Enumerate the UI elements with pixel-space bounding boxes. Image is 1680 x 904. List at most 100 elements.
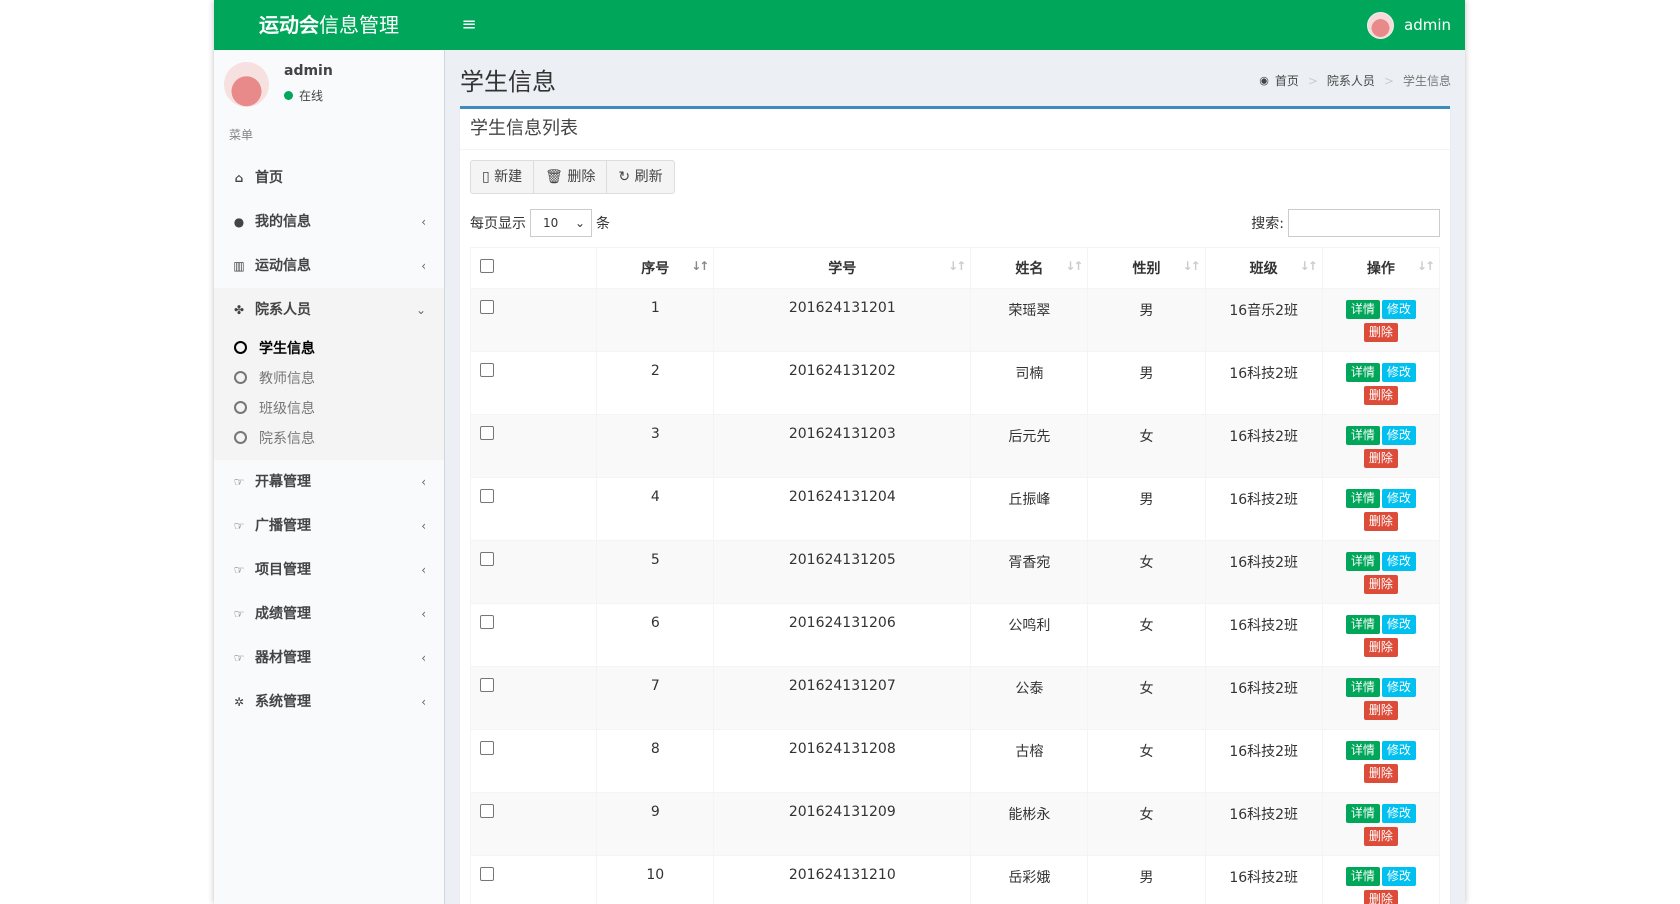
circle-icon [234, 431, 247, 444]
column-header-name[interactable]: 姓名 ↓↑ [970, 247, 1089, 289]
detail-button[interactable]: 详情 [1345, 615, 1380, 634]
table-row: 8 201624131208 古榕 女 16科技2班 详情 修改 删除 [469, 729, 1441, 793]
breadcrumb-department-staff[interactable]: 院系人员 [1327, 72, 1375, 89]
row-checkbox[interactable] [480, 300, 494, 314]
edit-button[interactable]: 修改 [1381, 552, 1416, 571]
sidebar-item-label: 项目管理 [255, 562, 311, 578]
row-checkbox[interactable] [480, 615, 494, 629]
edit-button[interactable]: 修改 [1381, 867, 1416, 886]
column-header-no[interactable]: 序号 ↓↑ [596, 247, 715, 289]
sidebar-subitem-class-info[interactable]: 班级信息 [214, 394, 444, 424]
row-delete-button[interactable]: 删除 [1363, 512, 1398, 531]
search-input[interactable] [1288, 209, 1440, 237]
sidebar-item-system[interactable]: ✲ 系统管理 ‹ [214, 680, 444, 724]
column-header-student-id[interactable]: 学号 ↓↑ [713, 247, 972, 289]
new-button[interactable]: ▯ 新建 [470, 160, 535, 194]
sidebar-item-opening[interactable]: ☞ 开幕管理 ‹ [214, 460, 444, 504]
row-actions-top: 详情 修改 [1345, 678, 1416, 697]
row-delete-button[interactable]: 删除 [1363, 575, 1398, 594]
cell-no: 7 [596, 666, 715, 730]
column-header-label: 班级 [1249, 261, 1278, 277]
cell-student-id: 201624131206 [713, 603, 972, 667]
edit-button[interactable]: 修改 [1381, 804, 1416, 823]
detail-button[interactable]: 详情 [1345, 489, 1380, 508]
row-delete-button[interactable]: 删除 [1363, 638, 1398, 657]
row-actions-top: 详情 修改 [1345, 489, 1416, 508]
page-length-select[interactable]: 10 ⌄ [530, 209, 592, 237]
cell-name: 荣瑶翠 [970, 288, 1089, 352]
edit-button[interactable]: 修改 [1381, 741, 1416, 760]
delete-button-label: 删除 [567, 169, 596, 185]
cell-sex: 女 [1087, 729, 1206, 793]
row-checkbox[interactable] [480, 552, 494, 566]
row-delete-button[interactable]: 删除 [1363, 890, 1398, 904]
select-all-header [469, 247, 598, 289]
menu-header: 菜单 [229, 128, 254, 142]
edit-button[interactable]: 修改 [1381, 426, 1416, 445]
sidebar-item-events[interactable]: ☞ 项目管理 ‹ [214, 548, 444, 592]
cell-no: 1 [596, 288, 715, 352]
row-delete-button[interactable]: 删除 [1363, 827, 1398, 846]
sidebar-item-label: 开幕管理 [255, 474, 311, 490]
column-header-actions[interactable]: 操作 ↓↑ [1321, 247, 1441, 289]
detail-button[interactable]: 详情 [1345, 804, 1380, 823]
row-checkbox[interactable] [480, 426, 494, 440]
detail-button[interactable]: 详情 [1345, 741, 1380, 760]
cell-student-id: 201624131207 [713, 666, 972, 730]
sidebar-item-department-staff[interactable]: ✤ 院系人员 ⌄ [214, 288, 444, 332]
edit-button[interactable]: 修改 [1381, 363, 1416, 382]
cell-student-id: 201624131209 [713, 792, 972, 856]
detail-button[interactable]: 详情 [1345, 552, 1380, 571]
sidebar-toggle-button[interactable]: ≡ [444, 0, 494, 50]
sidebar-subitem-department-info[interactable]: 院系信息 [214, 424, 444, 454]
sidebar-item-scores[interactable]: ☞ 成绩管理 ‹ [214, 592, 444, 636]
row-checkbox[interactable] [480, 678, 494, 692]
sidebar-item-broadcast[interactable]: ☞ 广播管理 ‹ [214, 504, 444, 548]
detail-button[interactable]: 详情 [1345, 363, 1380, 382]
sidebar-item-home[interactable]: ⌂ 首页 [214, 156, 444, 200]
row-actions: 详情 修改 删除 [1324, 363, 1438, 405]
column-header-class[interactable]: 班级 ↓↑ [1204, 247, 1323, 289]
row-actions-top: 详情 修改 [1345, 741, 1416, 760]
detail-button[interactable]: 详情 [1345, 678, 1380, 697]
edit-button[interactable]: 修改 [1381, 489, 1416, 508]
sidebar-item-my-info[interactable]: ● 我的信息 ‹ [214, 200, 444, 244]
sidebar-subitem-label: 学生信息 [259, 341, 315, 357]
table-row: 4 201624131204 丘振峰 男 16科技2班 详情 修改 删除 [469, 477, 1441, 541]
sidebar-subitem-teacher-info[interactable]: 教师信息 [214, 364, 444, 394]
edit-button[interactable]: 修改 [1381, 678, 1416, 697]
detail-button[interactable]: 详情 [1345, 426, 1380, 445]
row-delete-button[interactable]: 删除 [1363, 701, 1398, 720]
refresh-button[interactable]: ↻ 刷新 [606, 160, 675, 194]
sidebar: admin 在线 菜单 ⌂ 首页 ● 我的信息 ‹ ▥ 运动信息 ‹ ✤ 院系人员 ⌄ 学生信… [214, 50, 445, 904]
user-menu[interactable]: admin [1367, 0, 1451, 50]
row-delete-button[interactable]: 删除 [1363, 449, 1398, 468]
column-header-sex[interactable]: 性别 ↓↑ [1087, 247, 1206, 289]
row-checkbox[interactable] [480, 804, 494, 818]
sidebar-subitem-label: 教师信息 [259, 371, 315, 387]
detail-button[interactable]: 详情 [1345, 867, 1380, 886]
row-checkbox[interactable] [480, 489, 494, 503]
row-checkbox[interactable] [480, 741, 494, 755]
sidebar-item-sport-info[interactable]: ▥ 运动信息 ‹ [214, 244, 444, 288]
breadcrumb-current: 学生信息 [1402, 74, 1451, 88]
row-delete-button[interactable]: 删除 [1363, 386, 1398, 405]
select-all-checkbox[interactable] [480, 259, 494, 273]
sidebar-item-label: 成绩管理 [255, 606, 311, 622]
row-delete-button[interactable]: 删除 [1363, 764, 1398, 783]
edit-button[interactable]: 修改 [1381, 300, 1416, 319]
sidebar-item-equipment[interactable]: ☞ 器材管理 ‹ [214, 636, 444, 680]
row-checkbox[interactable] [480, 867, 494, 881]
row-checkbox[interactable] [480, 363, 494, 377]
row-select-cell [469, 414, 598, 478]
edit-button[interactable]: 修改 [1381, 615, 1416, 634]
sidebar-subitem-student-info[interactable]: 学生信息 [214, 334, 444, 364]
delete-button[interactable]: 🗑 删除 [533, 160, 608, 194]
app-logo[interactable]: 运动会信息管理 [214, 0, 444, 50]
detail-button[interactable]: 详情 [1345, 300, 1380, 319]
breadcrumb-home[interactable]: 首页 [1275, 72, 1299, 89]
row-actions: 详情 修改 删除 [1324, 867, 1438, 904]
cell-sex: 女 [1087, 414, 1206, 478]
cell-sex: 男 [1087, 855, 1206, 904]
row-delete-button[interactable]: 删除 [1363, 323, 1398, 342]
